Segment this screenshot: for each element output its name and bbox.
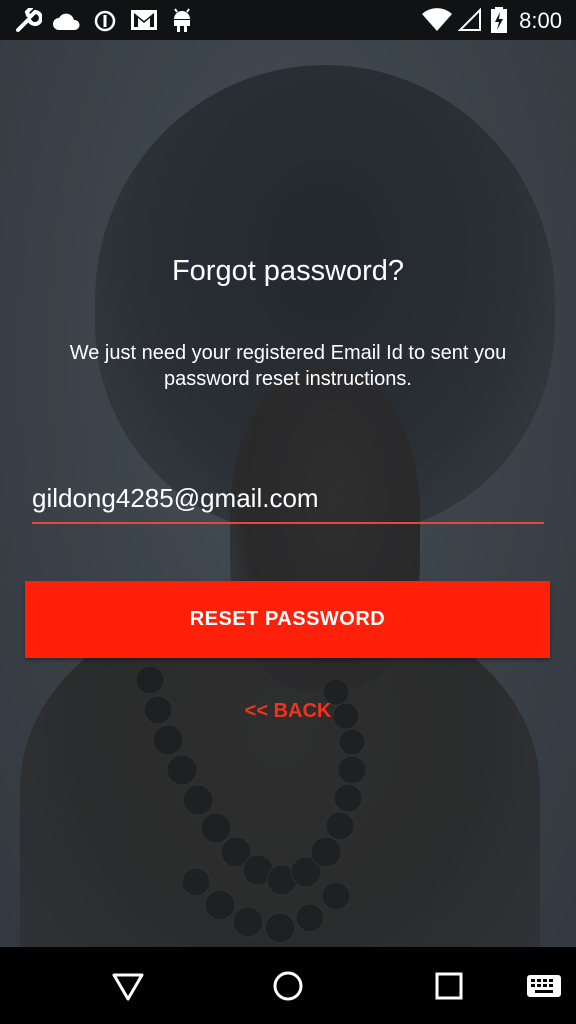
android-icon [174,8,190,32]
wifi-icon [422,8,452,31]
navigation-bar [0,947,576,1024]
home-circle-icon[interactable] [270,969,306,1003]
keyboard-icon[interactable] [526,973,562,1001]
back-triangle-icon[interactable] [110,969,146,1003]
gmail-icon [131,10,157,30]
email-field[interactable] [32,474,544,524]
cloud-icon [53,13,80,30]
alert-icon [94,10,116,32]
reset-password-button[interactable]: RESET PASSWORD [25,581,550,658]
instructions-text: We just need your registered Email Id to… [69,342,507,390]
status-bar: 8:00 [0,0,576,40]
wrench-icon [16,8,42,32]
status-time: 8:00 [519,8,562,33]
back-link[interactable]: << BACK [0,700,576,723]
page-title: Forgot password? [171,255,405,287]
battery-icon [491,7,507,33]
recents-square-icon[interactable] [432,969,466,1003]
signal-icon [458,8,481,31]
